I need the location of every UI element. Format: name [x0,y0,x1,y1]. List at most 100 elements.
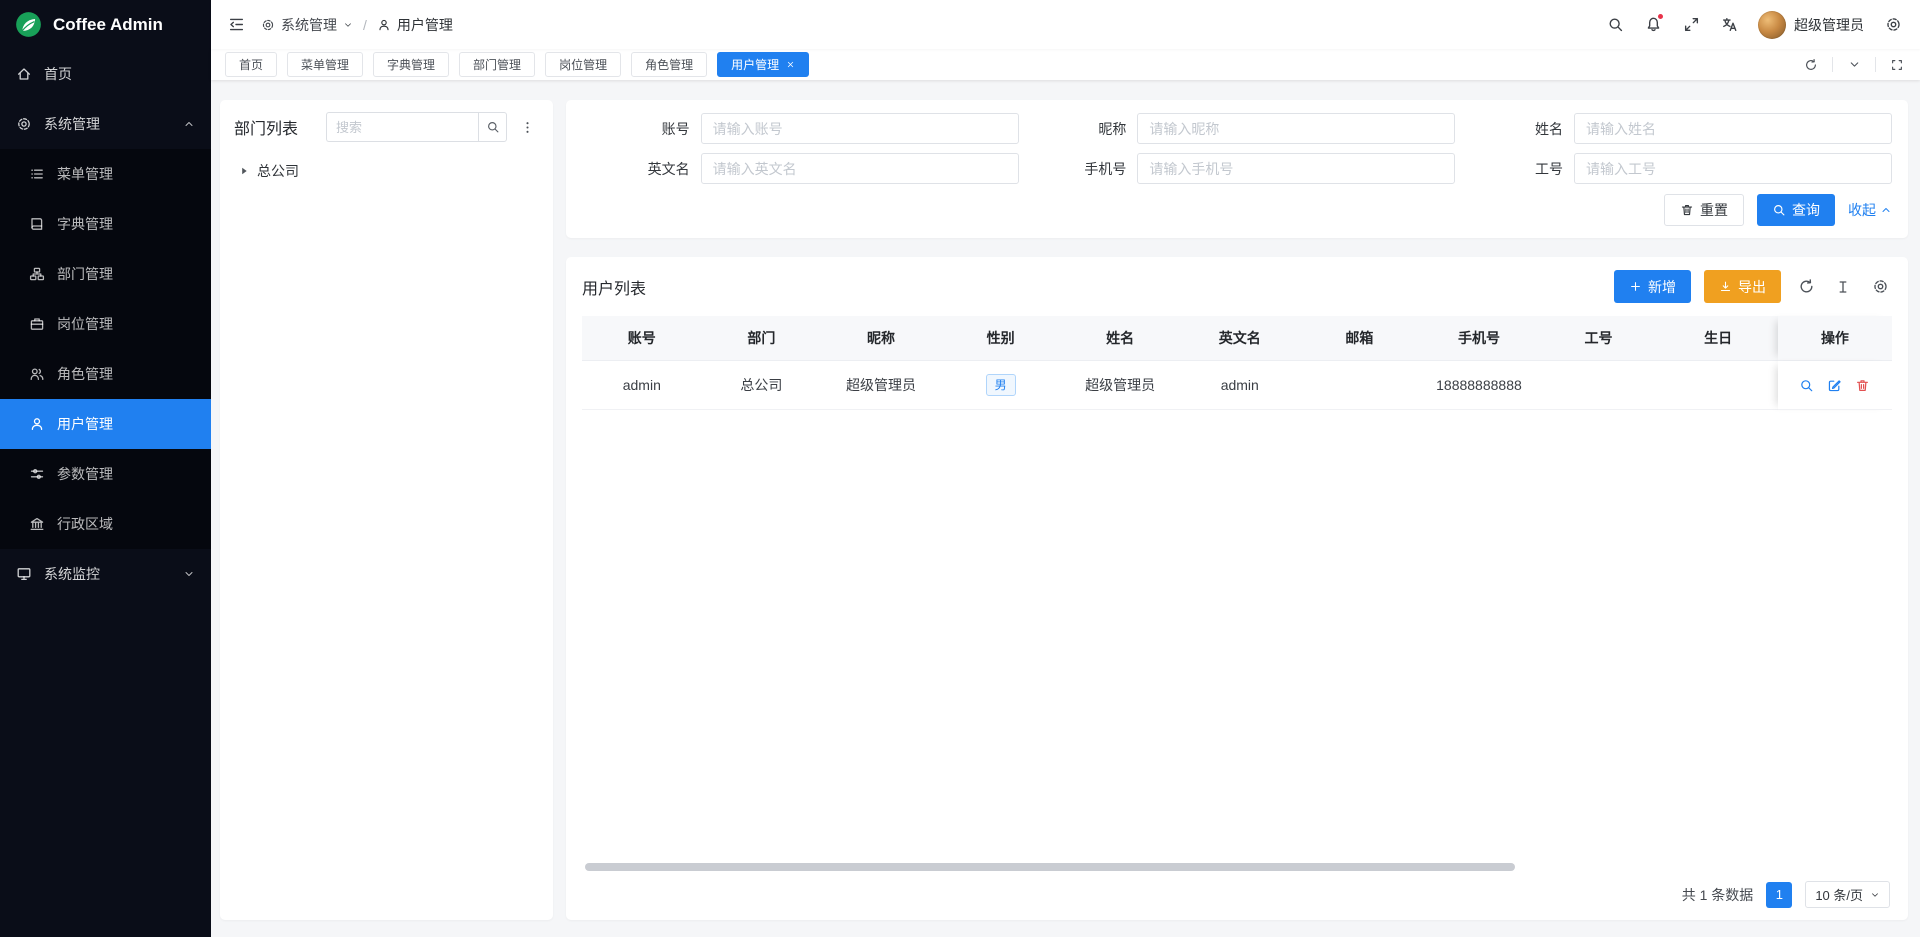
department-panel-title: 部门列表 [234,115,298,139]
tab-menu-management[interactable]: 菜单管理 [287,52,363,77]
sidebar-item-system-monitor[interactable]: 系统监控 [0,549,211,599]
nickname-input[interactable] [1137,113,1455,144]
row-density-button[interactable] [1831,275,1855,299]
sidebar-item-system-management[interactable]: 系统管理 [0,99,211,149]
tab-dept-management[interactable]: 部门管理 [459,52,535,77]
export-button[interactable]: 导出 [1704,270,1781,303]
department-more-button[interactable] [515,112,539,142]
fullscreen-button[interactable] [1672,0,1710,49]
page-size-select[interactable]: 10 条/页 [1805,881,1890,908]
gear-icon [16,116,32,132]
phone-input[interactable] [1137,153,1455,184]
filter-field-name: 姓名 [1455,113,1892,144]
department-tree: 总公司 [234,156,539,186]
collapse-filters-button[interactable]: 收起 [1848,200,1892,220]
english-name-input[interactable] [701,153,1019,184]
sidebar-item-post-management[interactable]: 岗位管理 [0,299,211,349]
breadcrumb-label: 用户管理 [397,15,453,35]
sidebar: Coffee Admin 首页 系统管理 菜单管理 字典管理 [0,0,211,937]
table-row[interactable]: admin 总公司 超级管理员 男 超级管理员 admin 1888888888… [582,361,1892,410]
breadcrumb: 系统管理 / 用户管理 [261,15,453,35]
sidebar-item-user-management[interactable]: 用户管理 [0,399,211,449]
department-search-button[interactable] [478,112,507,142]
column-header-job-number: 工号 [1539,316,1659,361]
sidebar-item-region-management[interactable]: 行政区域 [0,499,211,549]
coffee-logo-icon [15,11,42,38]
scrollbar-thumb[interactable] [585,863,1515,871]
avatar [1758,11,1786,39]
user-list-title: 用户列表 [582,275,646,299]
theme-settings-button[interactable] [1874,0,1912,49]
department-panel: 部门列表 总公司 [220,100,553,920]
table-body: admin 总公司 超级管理员 男 超级管理员 admin 1888888888… [582,361,1892,410]
view-user-button[interactable] [1798,377,1815,394]
header: 系统管理 / 用户管理 [211,0,1920,49]
header-actions: 超级管理员 [1596,0,1912,49]
chevron-down-icon [183,568,195,580]
sidebar-item-role-management[interactable]: 角色管理 [0,349,211,399]
search-button-label: 查询 [1792,200,1820,220]
page-button-1[interactable]: 1 [1766,882,1792,908]
pagination-total: 共 1 条数据 [1682,885,1754,905]
tab-post-management[interactable]: 岗位管理 [545,52,621,77]
cell-job-number [1539,361,1659,410]
tab-home[interactable]: 首页 [225,52,277,77]
sidebar-item-home[interactable]: 首页 [0,49,211,99]
tabs-dropdown-button[interactable] [1843,54,1865,76]
global-search-button[interactable] [1596,0,1634,49]
filter-field-job-number: 工号 [1455,153,1892,184]
menu-collapse-button[interactable] [217,0,255,49]
tabs: 首页 菜单管理 字典管理 部门管理 岗位管理 角色管理 用户管理 [225,52,1800,77]
gear-icon [1885,16,1902,33]
briefcase-icon [29,316,45,332]
reset-button-label: 重置 [1700,200,1728,220]
reset-button[interactable]: 重置 [1664,194,1744,226]
filter-field-account: 账号 [582,113,1019,144]
column-header-email: 邮箱 [1300,316,1420,361]
name-input[interactable] [1574,113,1892,144]
filter-field-phone: 手机号 [1019,153,1456,184]
department-search-input[interactable] [326,112,478,142]
edit-user-button[interactable] [1826,377,1843,394]
sidebar-item-menu-management[interactable]: 菜单管理 [0,149,211,199]
field-label: 姓名 [1535,119,1574,139]
add-user-button[interactable]: 新增 [1614,270,1691,303]
user-name: 超级管理员 [1794,15,1864,35]
tree-item-head-office[interactable]: 总公司 [234,156,539,186]
column-settings-button[interactable] [1868,275,1892,299]
delete-user-button[interactable] [1854,377,1871,394]
tab-label: 字典管理 [387,56,435,73]
job-number-input[interactable] [1574,153,1892,184]
department-search-group [326,112,507,142]
app-logo: Coffee Admin [0,0,211,49]
tab-dict-management[interactable]: 字典管理 [373,52,449,77]
user-menu[interactable]: 超级管理员 [1748,11,1874,39]
refresh-page-button[interactable] [1800,54,1822,76]
content-fullscreen-button[interactable] [1886,54,1908,76]
tab-close-button[interactable] [786,60,795,69]
column-header-english-name: 英文名 [1180,316,1300,361]
breadcrumb-item-system-management[interactable]: 系统管理 [261,15,353,35]
column-header-phone: 手机号 [1419,316,1539,361]
language-button[interactable] [1710,0,1748,49]
cell-account: admin [582,361,702,410]
search-button[interactable]: 查询 [1757,194,1835,226]
refresh-table-button[interactable] [1794,275,1818,299]
account-input[interactable] [701,113,1019,144]
sidebar-item-dept-management[interactable]: 部门管理 [0,249,211,299]
breadcrumb-item-user-management[interactable]: 用户管理 [377,15,453,35]
sidebar-item-param-management[interactable]: 参数管理 [0,449,211,499]
sidebar-item-dict-management[interactable]: 字典管理 [0,199,211,249]
chevron-down-icon [343,20,353,30]
tab-role-management[interactable]: 角色管理 [631,52,707,77]
tab-user-management[interactable]: 用户管理 [717,52,809,77]
row-height-icon [1835,279,1851,295]
notifications-button[interactable] [1634,0,1672,49]
pagination: 共 1 条数据 1 10 条/页 [582,871,1892,910]
field-label: 手机号 [1084,159,1137,179]
org-tree-icon [29,266,45,282]
tab-label: 岗位管理 [559,56,607,73]
page-size-value: 10 条/页 [1815,885,1863,904]
user-icon [29,416,45,432]
user-list-actions: 新增 导出 [1614,270,1892,303]
